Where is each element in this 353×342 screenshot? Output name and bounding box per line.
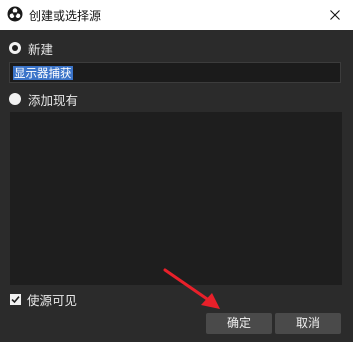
existing-sources-list[interactable] <box>10 112 342 285</box>
make-visible-option[interactable]: 使源可见 <box>10 290 77 308</box>
checkmark-icon <box>11 295 20 303</box>
add-existing-option[interactable]: 添加现有 <box>9 90 78 108</box>
create-new-option[interactable]: 新建 <box>9 39 53 57</box>
create-new-label: 新建 <box>28 41 54 57</box>
source-name-input[interactable]: 显示器捕获 <box>9 62 341 83</box>
obs-logo-icon <box>7 6 23 22</box>
add-existing-radio[interactable] <box>9 93 21 105</box>
close-icon <box>330 10 340 20</box>
window-title: 创建或选择源 <box>29 9 102 23</box>
close-button[interactable] <box>317 0 353 30</box>
title-bar: 创建或选择源 <box>0 0 353 30</box>
make-visible-checkbox[interactable] <box>10 293 21 305</box>
add-existing-label: 添加现有 <box>28 92 79 108</box>
make-visible-label: 使源可见 <box>27 292 78 308</box>
create-new-radio[interactable] <box>9 42 21 54</box>
source-name-value: 显示器捕获 <box>13 66 73 80</box>
ok-button[interactable]: 确定 <box>206 313 272 334</box>
create-select-source-dialog: 创建或选择源 新建 显示器捕获 添加现有 使源可见 确定 取消 <box>0 0 353 342</box>
cancel-button[interactable]: 取消 <box>275 313 341 334</box>
